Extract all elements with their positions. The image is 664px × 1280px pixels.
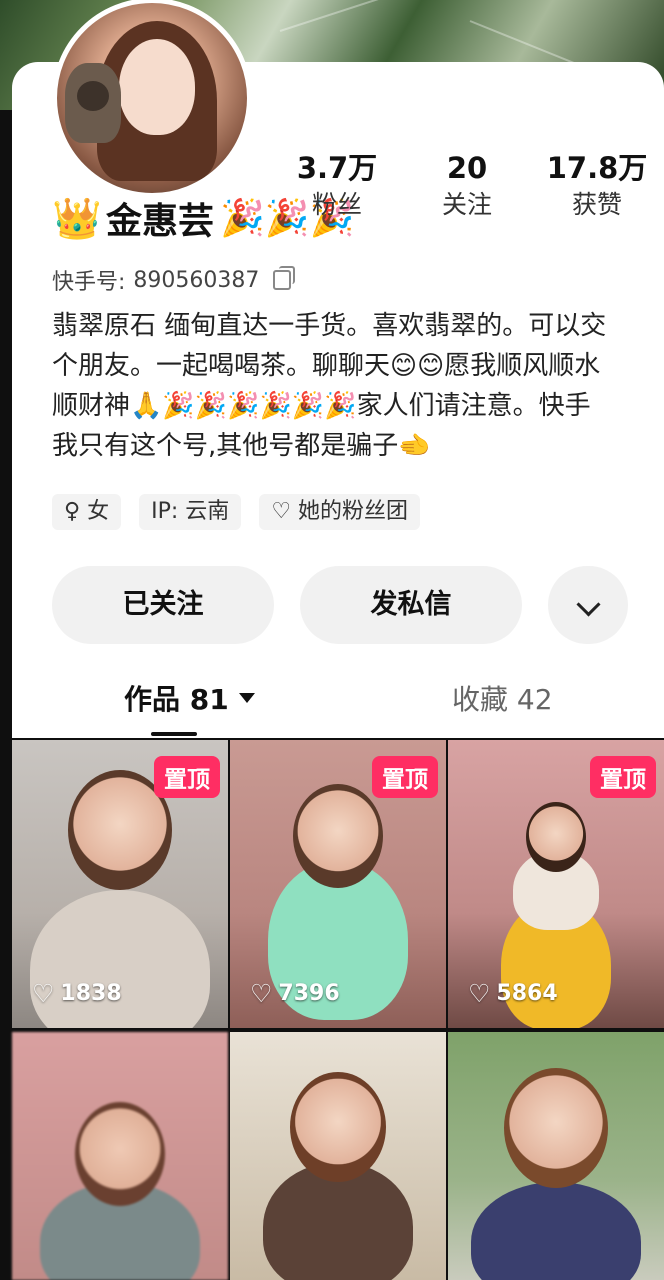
account-id-label: 快手号: xyxy=(52,270,126,295)
pinned-badge: 置顶 xyxy=(590,756,656,798)
active-tab-indicator xyxy=(151,732,197,736)
stat-likes[interactable]: 17.8万 获赞 xyxy=(532,150,662,222)
video-thumbnail[interactable] xyxy=(230,1032,446,1280)
tag-fan-club[interactable]: ♡ 她的粉丝团 xyxy=(259,494,421,530)
stat-value: 3.7万 xyxy=(296,151,378,185)
pinned-badge: 置顶 xyxy=(372,756,438,798)
thumb-head xyxy=(293,784,383,888)
profile-bio: 翡翠原石 缅甸直达一手货。喜欢翡翠的。可以交个朋友。一起喝喝茶。聊聊天😊😊愿我顺… xyxy=(52,311,607,461)
chevron-down-icon xyxy=(575,592,601,617)
tag-text: IP: 云南 xyxy=(151,499,230,524)
profile-stats: 3.7万 粉丝 20 关注 17.8万 获赞 xyxy=(272,150,664,222)
like-count: ♡ 7396 xyxy=(250,979,340,1008)
stat-label: 粉丝 xyxy=(311,190,362,219)
tab-works-label: 作品 81 xyxy=(124,683,229,716)
like-count: ♡ 1838 xyxy=(32,979,122,1008)
heart-icon: ♡ xyxy=(250,979,273,1008)
avatar-face xyxy=(119,39,195,135)
copy-icon[interactable] xyxy=(273,266,296,290)
video-thumbnail[interactable] xyxy=(12,1032,228,1280)
heart-icon: ♡ xyxy=(468,979,491,1008)
stat-value: 20 xyxy=(446,151,488,185)
video-grid: 置顶 ♡ 1838 置顶 ♡ 7396 置顶 ♡ 5864 xyxy=(12,740,664,1280)
heart-icon: ♡ xyxy=(32,979,55,1008)
stat-value: 17.8万 xyxy=(546,151,648,185)
pinned-badge: 置顶 xyxy=(154,756,220,798)
stat-label: 获赞 xyxy=(571,190,622,219)
thumb-head xyxy=(526,802,586,872)
thumb-head xyxy=(504,1068,608,1188)
tab-works[interactable]: 作品 81 xyxy=(124,678,255,718)
more-options-button[interactable] xyxy=(548,566,628,644)
video-thumbnail[interactable]: 置顶 ♡ 7396 xyxy=(230,740,446,1028)
tab-collections[interactable]: 收藏 42 xyxy=(452,678,553,718)
like-count-value: 1838 xyxy=(60,981,122,1006)
content-tabs: 作品 81 收藏 42 xyxy=(12,668,664,738)
like-count: ♡ 5864 xyxy=(468,979,558,1008)
profile-tags: ♀ 女 IP: 云南 ♡ 她的粉丝团 xyxy=(52,494,438,530)
tag-gender: ♀ 女 xyxy=(52,494,122,530)
thumb-head xyxy=(75,1102,165,1206)
video-thumbnail[interactable]: 置顶 ♡ 5864 xyxy=(448,740,664,1028)
account-id-row: 快手号: 890560387 xyxy=(52,264,296,296)
caret-down-icon xyxy=(238,693,255,703)
tag-text: 她的粉丝团 xyxy=(298,499,409,524)
thumb-head xyxy=(290,1072,386,1182)
like-count-value: 7396 xyxy=(278,981,340,1006)
avatar[interactable] xyxy=(52,0,252,198)
avatar-cat xyxy=(65,63,121,143)
tag-ip-location: IP: 云南 xyxy=(139,494,242,530)
stat-fans[interactable]: 3.7万 粉丝 xyxy=(272,150,402,222)
female-icon: ♀ xyxy=(64,499,81,524)
heart-icon: ♡ xyxy=(271,499,292,524)
thumb-person xyxy=(471,1182,641,1280)
send-message-button[interactable]: 发私信 xyxy=(300,566,522,644)
video-thumbnail[interactable]: 置顶 ♡ 1838 xyxy=(12,740,228,1028)
account-id-value: 890560387 xyxy=(133,267,260,293)
profile-name: 金惠芸 xyxy=(106,201,215,242)
like-count-value: 5864 xyxy=(496,981,558,1006)
stat-label: 关注 xyxy=(441,190,492,219)
banner-leaf-vein xyxy=(279,0,452,32)
followed-button[interactable]: 已关注 xyxy=(52,566,274,644)
video-thumbnail[interactable] xyxy=(448,1032,664,1280)
tag-text: 女 xyxy=(87,499,110,524)
stat-following[interactable]: 20 关注 xyxy=(402,150,532,222)
crown-icon: 👑 xyxy=(52,195,102,242)
